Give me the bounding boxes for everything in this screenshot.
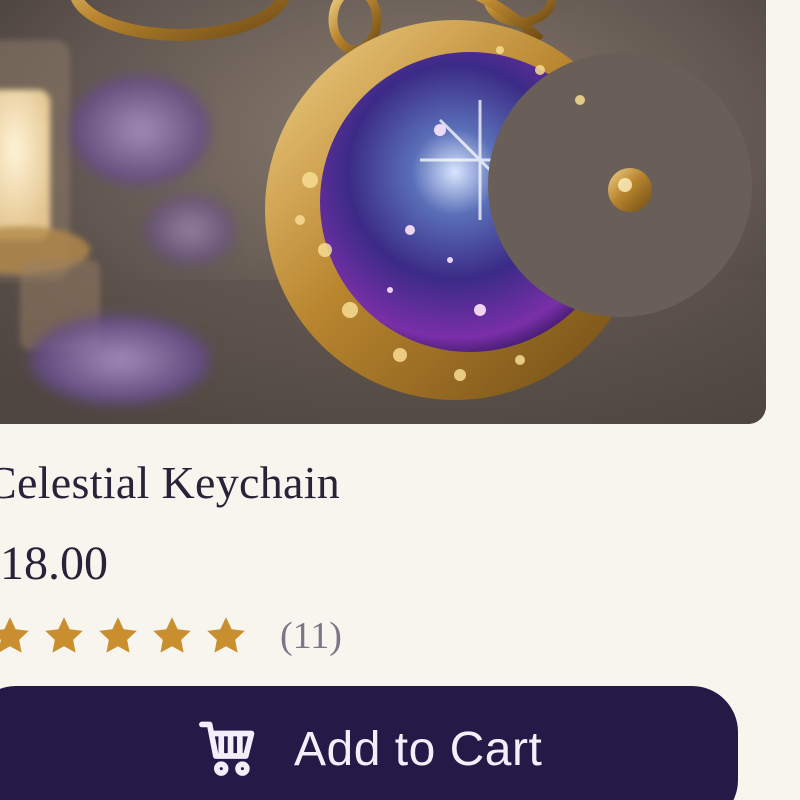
star-icon bbox=[0, 614, 32, 658]
star-icon bbox=[42, 614, 86, 658]
star-rating bbox=[0, 614, 258, 658]
product-image[interactable] bbox=[0, 0, 766, 424]
add-to-cart-button[interactable]: Add to Cart bbox=[0, 686, 738, 800]
product-title[interactable]: Celestial Keychain bbox=[0, 456, 340, 509]
cart-icon bbox=[198, 718, 260, 780]
star-icon bbox=[96, 614, 140, 658]
product-card: Celestial Keychain $18.00 (11) bbox=[0, 0, 800, 800]
add-to-cart-label: Add to Cart bbox=[294, 722, 543, 776]
product-price: $18.00 bbox=[0, 537, 108, 590]
star-icon bbox=[150, 614, 194, 658]
star-icon bbox=[204, 614, 248, 658]
add-to-cart-content: Add to Cart bbox=[198, 718, 542, 780]
review-count[interactable]: (11) bbox=[280, 614, 342, 658]
product-rating[interactable]: (11) bbox=[0, 608, 342, 664]
keychain-illustration bbox=[0, 0, 766, 424]
